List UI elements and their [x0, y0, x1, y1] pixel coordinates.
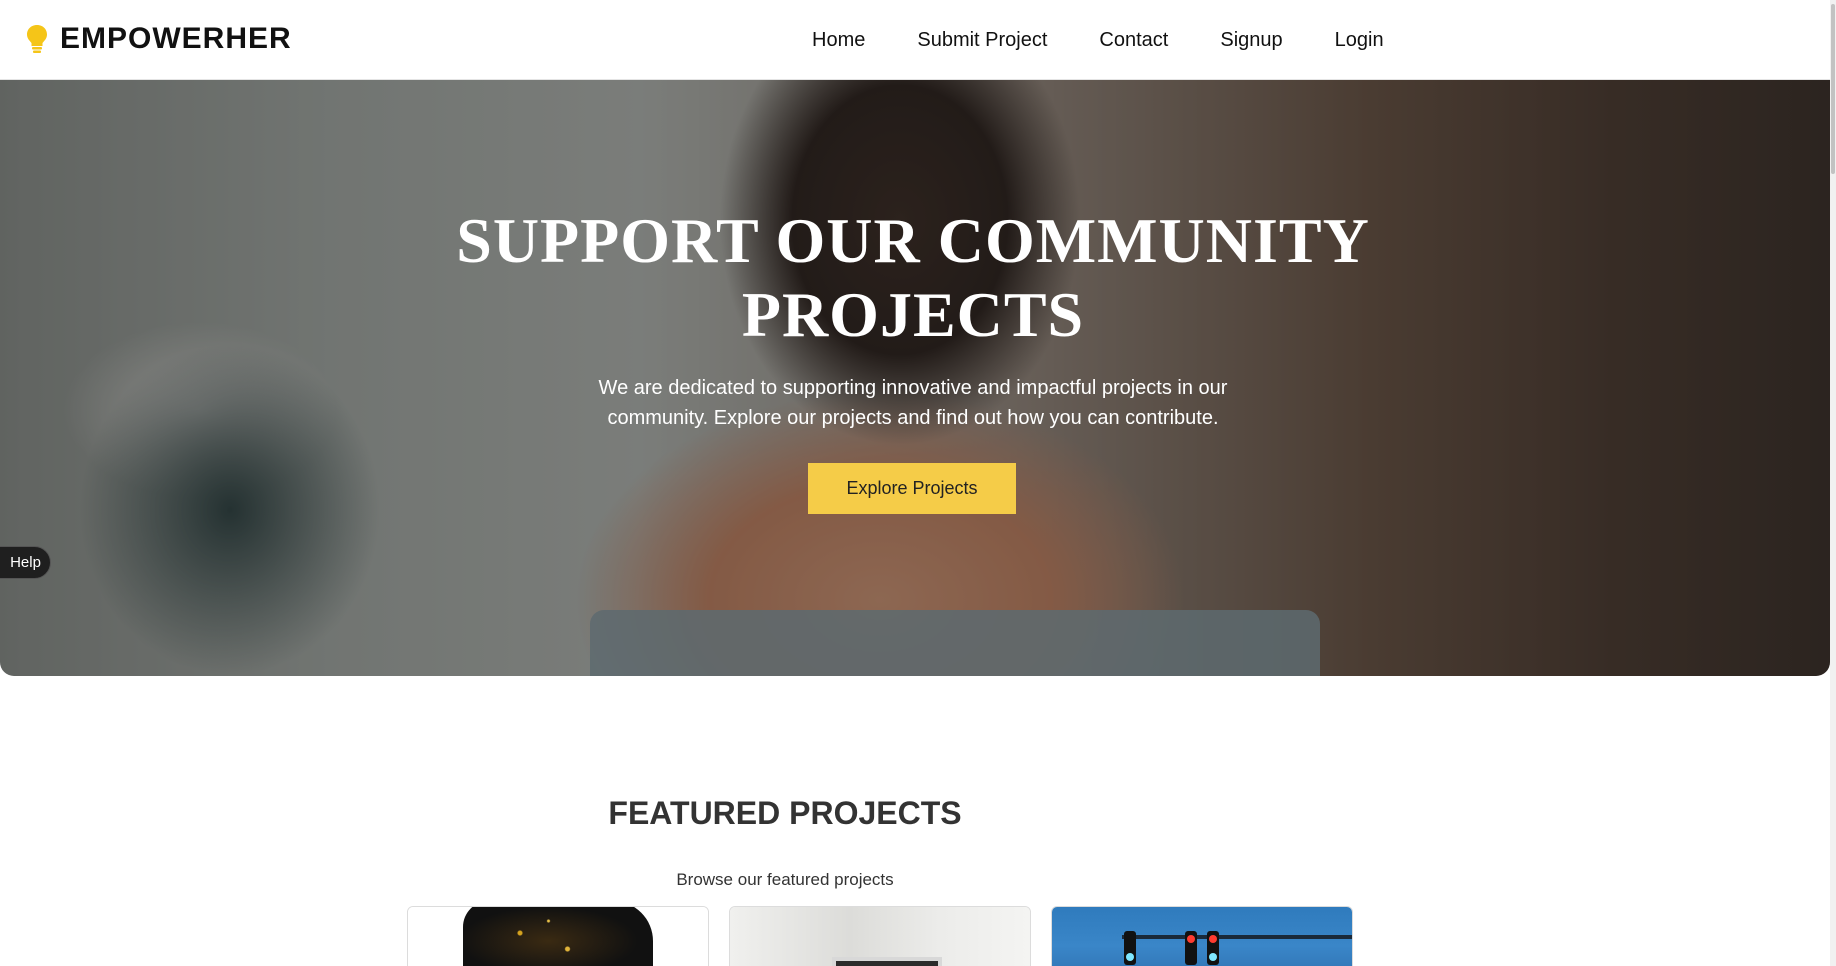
project-card[interactable] — [407, 906, 709, 966]
brand-logo[interactable]: EMPOWERHER — [26, 22, 292, 56]
hero-title: SUPPORT OUR COMMUNITY PROJECTS — [456, 205, 1370, 350]
smartwatch-shape — [463, 907, 653, 966]
nav-link-login[interactable]: Login — [1335, 29, 1384, 52]
hero-content: SUPPORT OUR COMMUNITY PROJECTS We are de… — [0, 80, 1826, 676]
nav-link-signup[interactable]: Signup — [1220, 29, 1282, 52]
project-card[interactable] — [729, 906, 1031, 966]
smartwatch-image — [408, 907, 708, 966]
traffic-light — [1207, 931, 1219, 965]
project-card[interactable] — [1051, 906, 1353, 966]
signal-pole — [1122, 935, 1352, 939]
lightbulb-icon — [27, 25, 47, 53]
explore-projects-button[interactable]: Explore Projects — [808, 463, 1016, 514]
featured-projects-subtitle: Browse our featured projects — [676, 870, 894, 889]
desk-monitor-image — [730, 907, 1030, 966]
traffic-light — [1124, 931, 1136, 965]
brand-name: EMPOWERHER — [60, 22, 292, 55]
nav-link-submit-project[interactable]: Submit Project — [917, 29, 1047, 52]
traffic-light — [1185, 931, 1197, 965]
nav-link-home[interactable]: Home — [812, 29, 865, 52]
traffic-light-image — [1052, 907, 1352, 966]
page-scrollbar[interactable] — [1830, 0, 1836, 966]
monitor-shape — [832, 957, 942, 966]
help-button[interactable]: Help — [0, 546, 51, 579]
hero-banner: SUPPORT OUR COMMUNITY PROJECTS We are de… — [0, 80, 1830, 676]
featured-projects-title: FEATURED PROJECTS — [608, 795, 962, 831]
nav-link-contact[interactable]: Contact — [1099, 29, 1168, 52]
scrollbar-thumb[interactable] — [1831, 4, 1835, 174]
nav-links: Home Submit Project Contact Signup Login — [812, 0, 1436, 80]
hero-subtitle: We are dedicated to supporting innovativ… — [598, 377, 1228, 429]
navbar: EMPOWERHER Home Submit Project Contact S… — [0, 0, 1830, 80]
